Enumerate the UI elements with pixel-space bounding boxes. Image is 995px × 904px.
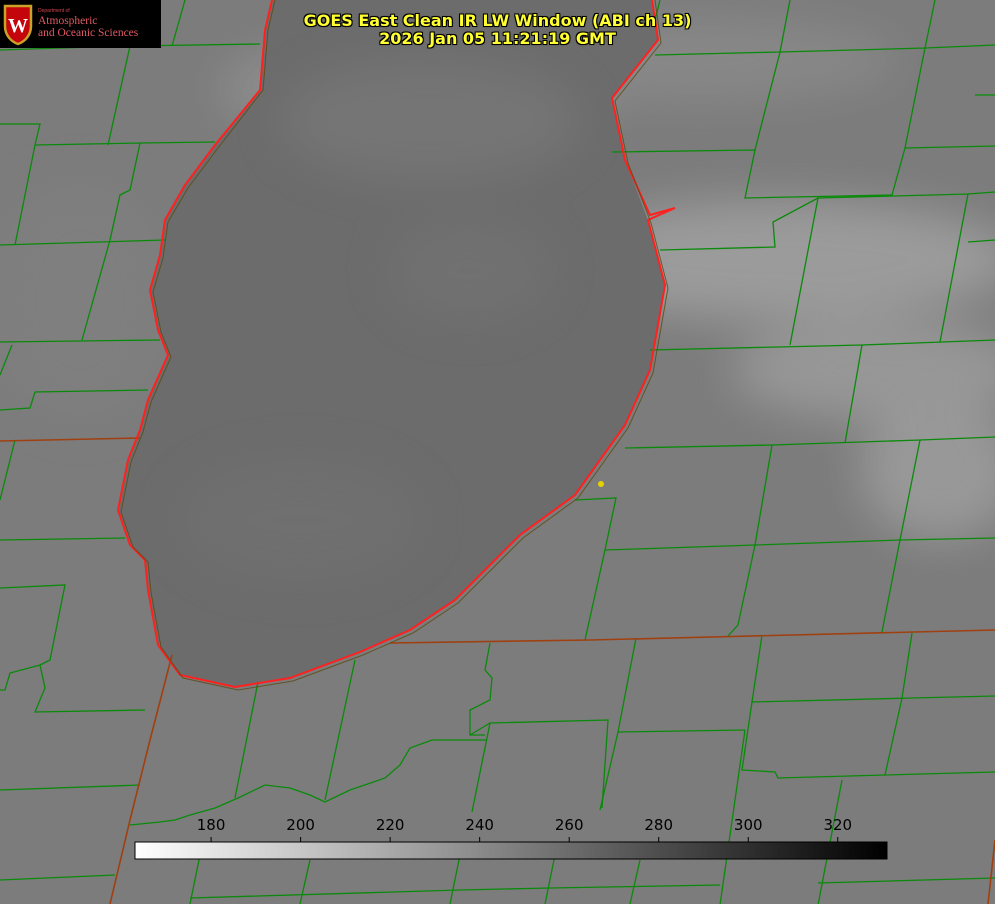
- location-marker: [598, 481, 604, 487]
- colorbar-tick-label: 260: [555, 816, 584, 834]
- colorbar-tick-label: 240: [465, 816, 494, 834]
- colorbar-tick-label: 320: [823, 816, 852, 834]
- colorbar-gradient: [134, 841, 888, 860]
- colorbar-tick-label: 220: [376, 816, 405, 834]
- image-title: GOES East Clean IR LW Window (ABI ch 13): [303, 11, 692, 30]
- satellite-image-view: 180 200 220 240 260 280 300 320 W Department of…: [0, 0, 995, 904]
- satellite-map: 180 200 220 240 260 280 300 320: [0, 0, 995, 904]
- colorbar-tick-label: 300: [734, 816, 763, 834]
- colorbar-tick-label: 200: [286, 816, 315, 834]
- colorbar-tick-label: 280: [644, 816, 673, 834]
- colorbar-tick-label: 180: [197, 816, 226, 834]
- image-timestamp: 2026 Jan 05 11:21:19 GMT: [379, 29, 616, 48]
